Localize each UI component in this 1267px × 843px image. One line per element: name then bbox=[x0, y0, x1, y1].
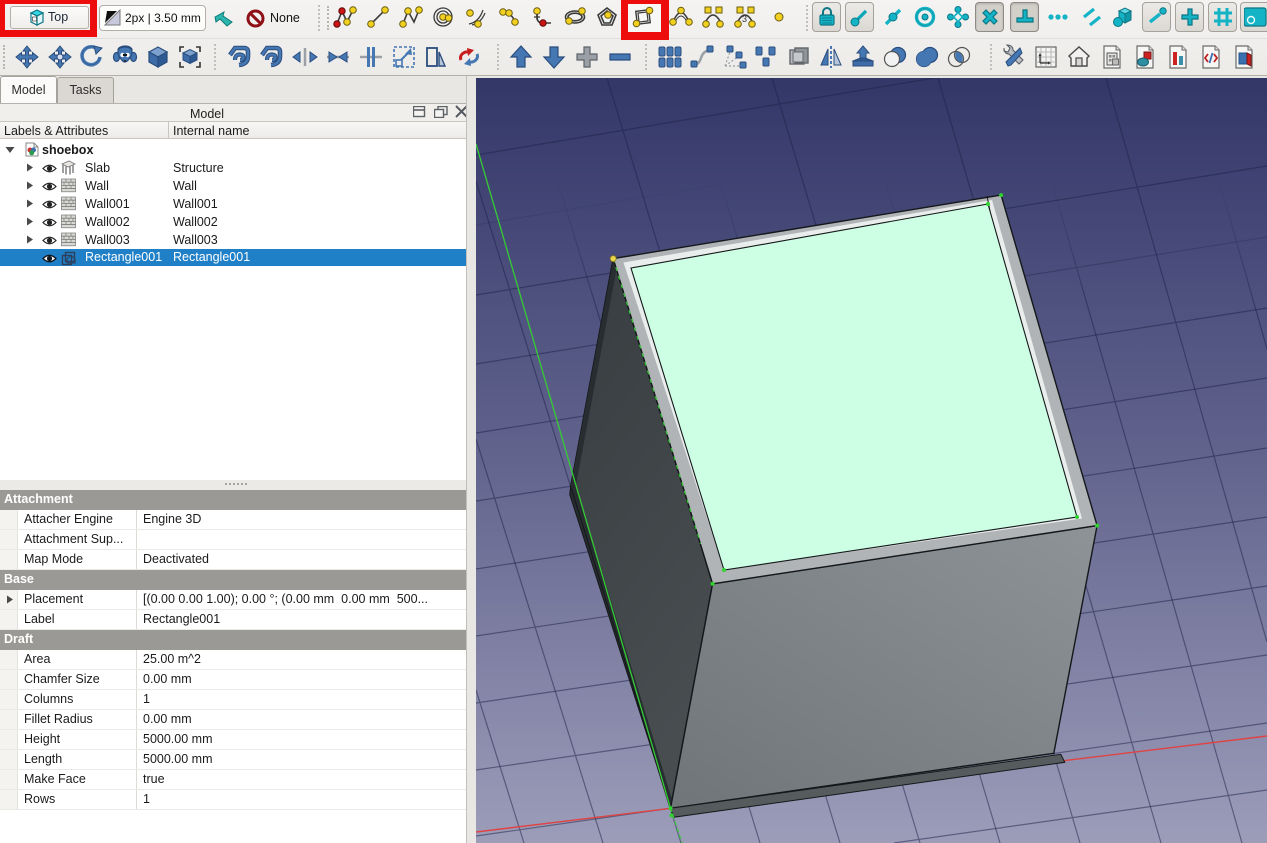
svg-text:3: 3 bbox=[742, 14, 747, 24]
